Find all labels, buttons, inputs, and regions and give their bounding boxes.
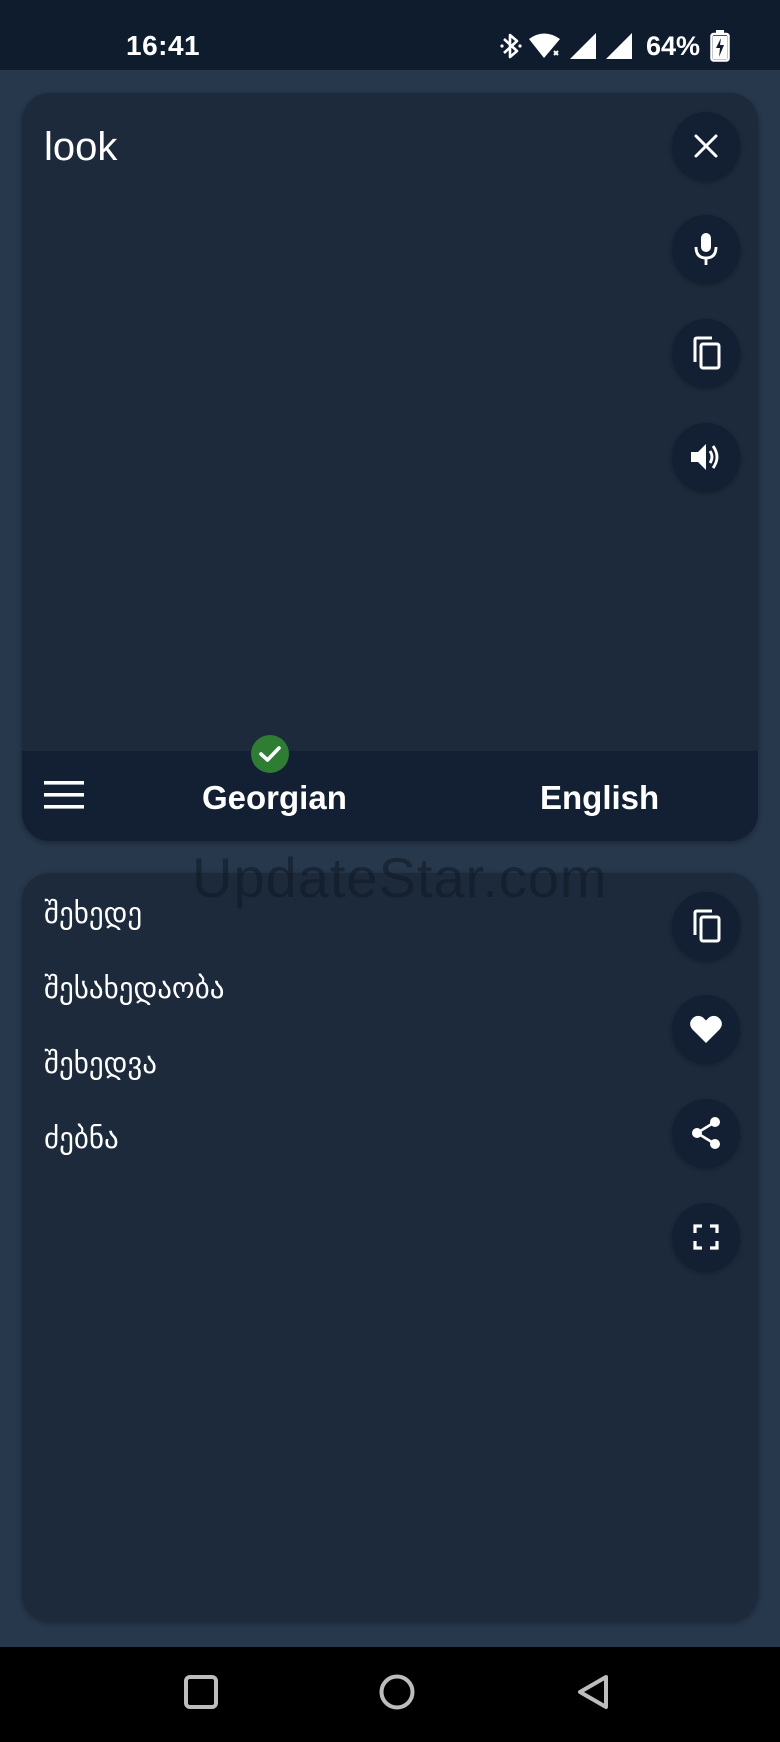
- menu-button[interactable]: [44, 777, 84, 813]
- home-button[interactable]: [372, 1669, 422, 1719]
- status-icons: 64%: [500, 28, 730, 64]
- share-button[interactable]: [672, 1099, 740, 1167]
- copy-icon: [690, 336, 722, 370]
- clear-button[interactable]: [672, 112, 740, 180]
- translation-item[interactable]: შეხედე: [44, 895, 224, 931]
- recents-square-icon: [183, 1674, 219, 1715]
- microphone-button[interactable]: [672, 215, 740, 283]
- status-time: 16:41: [126, 30, 201, 61]
- copy-icon: [690, 909, 722, 943]
- bluetooth-icon: [500, 30, 522, 62]
- favorite-button[interactable]: [672, 995, 740, 1063]
- speak-source-button[interactable]: [672, 423, 740, 491]
- recents-button[interactable]: [176, 1669, 226, 1719]
- source-language-button[interactable]: Georgian: [202, 779, 347, 817]
- battery-charging-icon: [710, 30, 730, 62]
- speaker-icon: [689, 441, 723, 473]
- translation-item[interactable]: ძებნა: [44, 1120, 224, 1156]
- fullscreen-icon: [693, 1224, 719, 1250]
- microphone-icon: [693, 232, 719, 266]
- heart-icon: [689, 1014, 723, 1044]
- home-circle-icon: [378, 1673, 416, 1716]
- menu-icon: [44, 781, 84, 817]
- close-icon: [693, 133, 719, 159]
- navigation-bar: [0, 1647, 780, 1742]
- copy-source-button[interactable]: [672, 319, 740, 387]
- source-text-input[interactable]: look: [44, 123, 117, 171]
- copy-translation-button[interactable]: [672, 892, 740, 960]
- back-button[interactable]: [568, 1669, 618, 1719]
- share-icon: [690, 1116, 722, 1150]
- input-card: look Georgian English: [22, 93, 758, 841]
- signal-icon: [568, 31, 598, 61]
- translation-item[interactable]: შეხედვა: [44, 1045, 224, 1081]
- back-triangle-icon: [576, 1674, 610, 1715]
- signal-icon: [604, 31, 634, 61]
- language-bar: Georgian English: [22, 735, 758, 841]
- battery-percent: 64%: [645, 30, 700, 61]
- translation-list: შეხედე შესახედაობა შეხედვა ძებნა: [44, 895, 224, 1195]
- fullscreen-button[interactable]: [672, 1203, 740, 1271]
- output-card: შეხედე შესახედაობა შეხედვა ძებნა: [22, 873, 758, 1621]
- target-language-button[interactable]: English: [540, 779, 659, 817]
- check-circle-icon: [251, 735, 289, 773]
- translation-item[interactable]: შესახედაობა: [44, 970, 224, 1006]
- status-bar: 16:41 64%: [0, 0, 780, 70]
- wifi-icon: [528, 31, 562, 61]
